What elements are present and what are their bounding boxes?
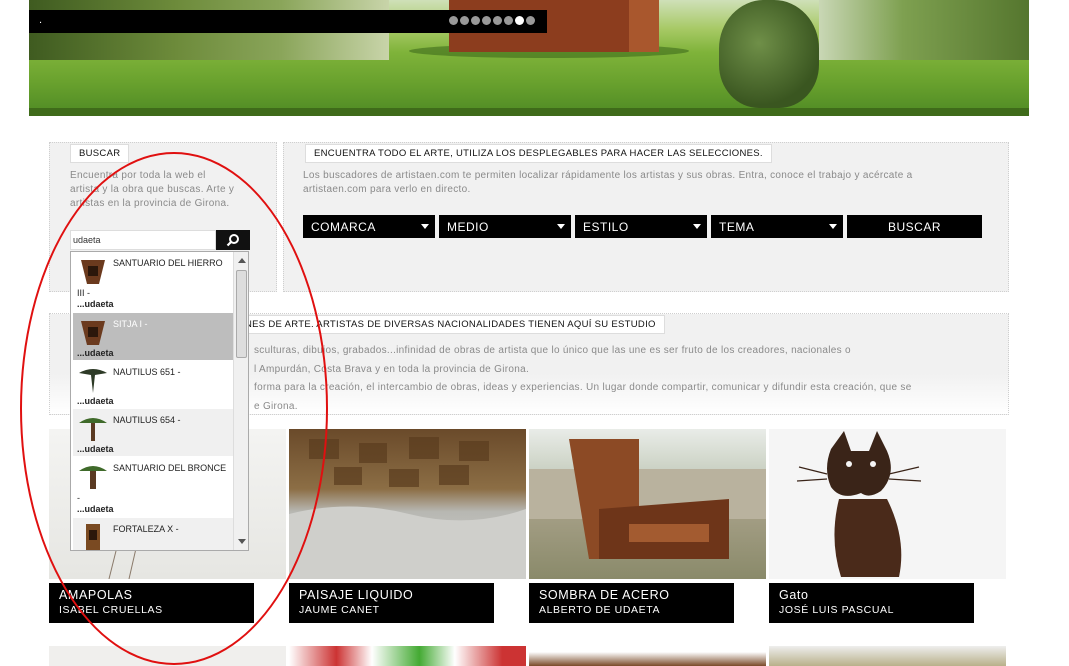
artwork-thumbnail [79, 466, 107, 489]
slide-dot-active[interactable] [515, 16, 524, 25]
autocomplete-item-selected[interactable]: SITJA I - ...udaeta [73, 313, 233, 360]
artwork-title: PAISAJE LIQUIDO [299, 588, 414, 602]
artwork-image-gato[interactable] [769, 429, 1006, 579]
artwork-image-next-row[interactable] [769, 646, 1006, 666]
artwork-title: AMAPOLAS [59, 588, 133, 602]
hero-background-woods [819, 0, 1029, 60]
steel-chair-artwork [529, 439, 766, 559]
description-line: artistaen.com para verlo en directo. [303, 184, 471, 195]
artwork-thumbnail [81, 321, 105, 345]
autocomplete-item[interactable]: NAUTILUS 651 - ...udaeta [73, 361, 233, 408]
artwork-thumbnail [79, 369, 107, 393]
autocomplete-item[interactable]: NAUTILUS 654 - ...udaeta [73, 409, 233, 456]
finder-panel-description: Los buscadores de artistaen.com te permi… [303, 169, 1003, 197]
artwork-caption[interactable]: SOMBRA DE ACERO ALBERTO DE UDAETA [529, 583, 734, 623]
dropdown-medio[interactable]: MEDIO [439, 215, 571, 238]
info-panel-text: sculturas, dibujos, grabados...infinidad… [254, 342, 1004, 416]
slide-dot[interactable] [482, 16, 491, 25]
dropdown-label: COMARCA [311, 220, 376, 234]
artwork-thumbnail [79, 418, 107, 441]
slide-dot[interactable] [526, 16, 535, 25]
search-input[interactable]: udaeta [70, 230, 216, 250]
artwork-image-next-row[interactable] [289, 646, 526, 666]
slideshow-caption-bar: . [29, 10, 547, 33]
autocomplete-item-artist: ...udaeta [77, 444, 114, 454]
artwork-caption[interactable]: Gato JOSÉ LUIS PASCUAL [769, 583, 974, 623]
description-line: artista y la obra que buscas. Arte y [70, 184, 235, 195]
filter-dropdown-bar: COMARCA MEDIO ESTILO TEMA BUSCAR [303, 215, 982, 238]
slide-dot[interactable] [493, 16, 502, 25]
hero-cypress-tree [719, 0, 819, 108]
slide-pagination [449, 16, 535, 25]
dropdown-label: ESTILO [583, 220, 629, 234]
artwork-artist: JOSÉ LUIS PASCUAL [779, 604, 895, 616]
description-line: Encuentra por toda la web el [70, 170, 206, 181]
info-panel-title: NES DE ARTE. ARTISTAS DE DIVERSAS NACION… [236, 315, 665, 334]
dropdown-estilo[interactable]: ESTILO [575, 215, 707, 238]
search-panel-description: Encuentra por toda la web el artista y l… [70, 169, 270, 211]
caret-down-icon [693, 224, 701, 229]
liquid-landscape-artwork [289, 437, 526, 579]
finder-panel-title: ENCUENTRA TODO EL ARTE, UTILIZA LOS DESP… [305, 144, 772, 163]
info-line: sculturas, dibujos, grabados...infinidad… [254, 345, 851, 356]
artwork-title: Gato [779, 588, 809, 602]
artwork-image-next-row[interactable] [49, 646, 286, 666]
scroll-up-arrow-icon[interactable] [238, 258, 246, 263]
info-line: forma para la creación, el intercambio d… [254, 382, 912, 393]
caret-down-icon [829, 224, 837, 229]
description-line: artistas en la provincia de Girona. [70, 198, 230, 209]
artwork-image-next-row[interactable] [529, 646, 766, 666]
artwork-thumbnail [81, 260, 105, 284]
slide-dot[interactable] [504, 16, 513, 25]
description-line: Los buscadores de artistaen.com te permi… [303, 170, 913, 181]
search-icon [226, 234, 239, 247]
artwork-artist: ISABEL CRUELLAS [59, 604, 163, 616]
artwork-image-sombra-de-acero[interactable] [529, 429, 766, 579]
slide-dot[interactable] [471, 16, 480, 25]
scroll-down-arrow-icon[interactable] [238, 539, 246, 544]
autocomplete-scrollbar[interactable] [233, 252, 248, 550]
autocomplete-item-artist: ...udaeta [77, 396, 114, 406]
search-panel-title: BUSCAR [70, 144, 130, 163]
slide-dot[interactable] [449, 16, 458, 25]
artwork-artist: ALBERTO DE UDAETA [539, 604, 661, 616]
artwork-artist: JAUME CANET [299, 604, 380, 616]
slide-caption: . [39, 14, 43, 26]
autocomplete-item-name: SITJA I - [113, 319, 148, 329]
artwork-title: SOMBRA DE ACERO [539, 588, 670, 602]
info-line: e Girona. [254, 400, 298, 412]
autocomplete-item[interactable]: SANTUARIO DEL HIERRO III - ...udaeta [73, 252, 233, 312]
artwork-thumbnail [86, 524, 100, 550]
autocomplete-item-extra: - [77, 493, 80, 503]
dropdown-comarca[interactable]: COMARCA [303, 215, 435, 238]
autocomplete-item-name: FORTALEZA X - [113, 524, 179, 534]
artwork-caption[interactable]: AMAPOLAS ISABEL CRUELLAS [49, 583, 254, 623]
slide-dot[interactable] [460, 16, 469, 25]
dropdown-label: MEDIO [447, 220, 489, 234]
dropdown-label: TEMA [719, 220, 755, 234]
info-line: l Ampurdán, Costa Brava y en toda la pro… [254, 363, 530, 375]
artwork-caption[interactable]: PAISAJE LIQUIDO JAUME CANET [289, 583, 494, 623]
autocomplete-item-extra: III - [77, 288, 90, 298]
autocomplete-item-name: NAUTILUS 654 - [113, 415, 181, 425]
search-button[interactable] [216, 230, 250, 250]
autocomplete-dropdown[interactable]: SANTUARIO DEL HIERRO III - ...udaeta SIT… [70, 251, 249, 551]
caret-down-icon [421, 224, 429, 229]
autocomplete-item-artist: ...udaeta [77, 348, 114, 358]
autocomplete-item[interactable]: FORTALEZA X - [73, 518, 233, 550]
dropdown-tema[interactable]: TEMA [711, 215, 843, 238]
cat-sculpture-artwork [796, 431, 922, 577]
autocomplete-item-name: NAUTILUS 651 - [113, 367, 181, 377]
hero-lawn-edge [29, 108, 1029, 116]
autocomplete-item[interactable]: SANTUARIO DEL BRONCE - ...udaeta [73, 457, 233, 517]
autocomplete-item-artist: ...udaeta [77, 299, 114, 309]
scrollbar-thumb[interactable] [236, 270, 247, 358]
autocomplete-item-name: SANTUARIO DEL HIERRO [113, 258, 223, 268]
autocomplete-item-name: SANTUARIO DEL BRONCE [113, 463, 227, 473]
finder-search-button[interactable]: BUSCAR [847, 215, 982, 238]
artwork-image-paisaje-liquido[interactable] [289, 429, 526, 579]
caret-down-icon [557, 224, 565, 229]
autocomplete-item-artist: ...udaeta [77, 504, 114, 514]
